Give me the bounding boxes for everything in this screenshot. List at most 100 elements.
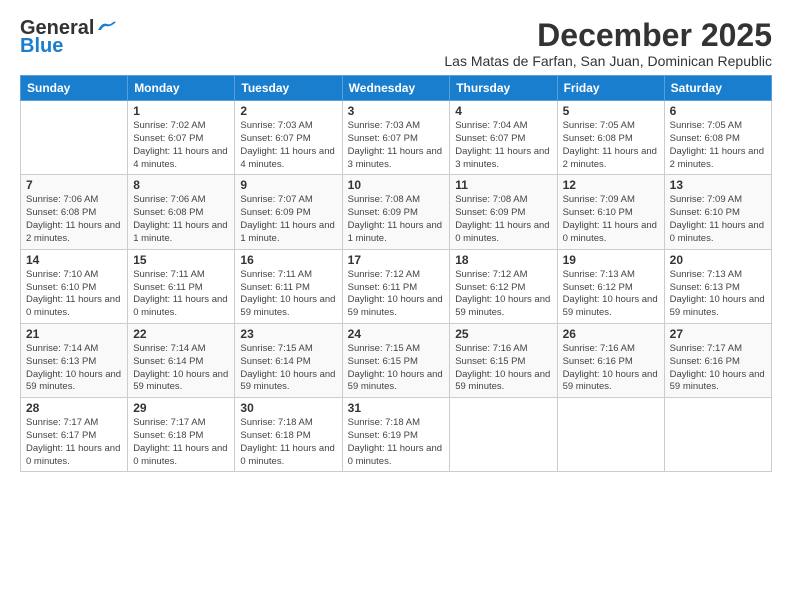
- calendar-cell: 23 Sunrise: 7:15 AMSunset: 6:14 PMDayligh…: [235, 323, 342, 397]
- header: General Blue December 2025 Las Matas de …: [20, 18, 772, 69]
- day-number: 6: [670, 104, 766, 118]
- calendar-cell: 30Sunrise: 7:18 AMSunset: 6:18 PMDayligh…: [235, 398, 342, 472]
- calendar-cell: 20 Sunrise: 7:13 AMSunset: 6:13 PMDayligh…: [664, 249, 771, 323]
- day-number: 5: [563, 104, 659, 118]
- day-number: 3: [348, 104, 445, 118]
- calendar-cell: 8 Sunrise: 7:06 AMSunset: 6:08 PMDaylight…: [128, 175, 235, 249]
- calendar-cell: [664, 398, 771, 472]
- weekday-header: Saturday: [664, 76, 771, 101]
- day-info: Sunrise: 7:17 AMSunset: 6:18 PMDaylight:…: [133, 417, 229, 468]
- weekday-header: Monday: [128, 76, 235, 101]
- calendar-cell: 28 Sunrise: 7:17 AMSunset: 6:17 PMDayligh…: [21, 398, 128, 472]
- day-number: 15: [133, 253, 229, 267]
- day-info: Sunrise: 7:11 AMSunset: 6:11 PMDaylight:…: [133, 269, 229, 320]
- calendar-cell: 5 Sunrise: 7:05 AMSunset: 6:08 PMDaylight…: [557, 101, 664, 175]
- day-info: Sunrise: 7:08 AMSunset: 6:09 PMDaylight:…: [455, 194, 551, 245]
- day-info: Sunrise: 7:12 AMSunset: 6:12 PMDaylight:…: [455, 269, 551, 320]
- calendar-cell: 11 Sunrise: 7:08 AMSunset: 6:09 PMDayligh…: [450, 175, 557, 249]
- day-info: Sunrise: 7:03 AMSunset: 6:07 PMDaylight:…: [240, 120, 336, 171]
- day-number: 22: [133, 327, 229, 341]
- day-number: 29: [133, 401, 229, 415]
- title-block: December 2025 Las Matas de Farfan, San J…: [444, 18, 772, 69]
- calendar-cell: 2 Sunrise: 7:03 AMSunset: 6:07 PMDaylight…: [235, 101, 342, 175]
- weekday-header: Sunday: [21, 76, 128, 101]
- calendar-week-row: 21 Sunrise: 7:14 AMSunset: 6:13 PMDayligh…: [21, 323, 772, 397]
- day-number: 4: [455, 104, 551, 118]
- calendar-cell: 9 Sunrise: 7:07 AMSunset: 6:09 PMDaylight…: [235, 175, 342, 249]
- day-number: 24: [348, 327, 445, 341]
- calendar-cell: 17Sunrise: 7:12 AMSunset: 6:11 PMDayligh…: [342, 249, 450, 323]
- day-info: Sunrise: 7:05 AMSunset: 6:08 PMDaylight:…: [563, 120, 659, 171]
- day-number: 11: [455, 178, 551, 192]
- day-number: 9: [240, 178, 336, 192]
- calendar-cell: 19 Sunrise: 7:13 AMSunset: 6:12 PMDayligh…: [557, 249, 664, 323]
- calendar-week-row: 1 Sunrise: 7:02 AMSunset: 6:07 PMDaylight…: [21, 101, 772, 175]
- location-title: Las Matas de Farfan, San Juan, Dominican…: [444, 53, 772, 69]
- day-number: 12: [563, 178, 659, 192]
- calendar-cell: 1 Sunrise: 7:02 AMSunset: 6:07 PMDaylight…: [128, 101, 235, 175]
- calendar-cell: 3Sunrise: 7:03 AMSunset: 6:07 PMDaylight…: [342, 101, 450, 175]
- calendar-cell: 27Sunrise: 7:17 AMSunset: 6:16 PMDayligh…: [664, 323, 771, 397]
- day-info: Sunrise: 7:09 AMSunset: 6:10 PMDaylight:…: [670, 194, 766, 245]
- weekday-header: Friday: [557, 76, 664, 101]
- calendar-cell: 31 Sunrise: 7:18 AMSunset: 6:19 PMDayligh…: [342, 398, 450, 472]
- day-info: Sunrise: 7:02 AMSunset: 6:07 PMDaylight:…: [133, 120, 229, 171]
- day-info: Sunrise: 7:13 AMSunset: 6:12 PMDaylight:…: [563, 269, 659, 320]
- calendar-cell: 29 Sunrise: 7:17 AMSunset: 6:18 PMDayligh…: [128, 398, 235, 472]
- calendar-cell: 15 Sunrise: 7:11 AMSunset: 6:11 PMDayligh…: [128, 249, 235, 323]
- day-number: 17: [348, 253, 445, 267]
- calendar-cell: 10 Sunrise: 7:08 AMSunset: 6:09 PMDayligh…: [342, 175, 450, 249]
- day-number: 25: [455, 327, 551, 341]
- day-info: Sunrise: 7:17 AMSunset: 6:17 PMDaylight:…: [26, 417, 122, 468]
- calendar-cell: 26 Sunrise: 7:16 AMSunset: 6:16 PMDayligh…: [557, 323, 664, 397]
- day-info: Sunrise: 7:10 AMSunset: 6:10 PMDaylight:…: [26, 269, 122, 320]
- day-number: 26: [563, 327, 659, 341]
- day-number: 30: [240, 401, 336, 415]
- day-info: Sunrise: 7:15 AMSunset: 6:14 PMDaylight:…: [240, 343, 336, 394]
- day-info: Sunrise: 7:15 AMSunset: 6:15 PMDaylight:…: [348, 343, 445, 394]
- day-info: Sunrise: 7:08 AMSunset: 6:09 PMDaylight:…: [348, 194, 445, 245]
- day-number: 16: [240, 253, 336, 267]
- calendar-cell: 16 Sunrise: 7:11 AMSunset: 6:11 PMDayligh…: [235, 249, 342, 323]
- day-number: 13: [670, 178, 766, 192]
- day-info: Sunrise: 7:17 AMSunset: 6:16 PMDaylight:…: [670, 343, 766, 394]
- day-number: 28: [26, 401, 122, 415]
- day-info: Sunrise: 7:13 AMSunset: 6:13 PMDaylight:…: [670, 269, 766, 320]
- calendar-cell: 25 Sunrise: 7:16 AMSunset: 6:15 PMDayligh…: [450, 323, 557, 397]
- calendar-cell: [450, 398, 557, 472]
- day-number: 20: [670, 253, 766, 267]
- day-info: Sunrise: 7:11 AMSunset: 6:11 PMDaylight:…: [240, 269, 336, 320]
- weekday-header: Tuesday: [235, 76, 342, 101]
- day-number: 10: [348, 178, 445, 192]
- day-number: 7: [26, 178, 122, 192]
- day-number: 1: [133, 104, 229, 118]
- calendar-cell: 6 Sunrise: 7:05 AMSunset: 6:08 PMDaylight…: [664, 101, 771, 175]
- day-info: Sunrise: 7:05 AMSunset: 6:08 PMDaylight:…: [670, 120, 766, 171]
- logo-blue: Blue: [20, 36, 63, 56]
- day-number: 21: [26, 327, 122, 341]
- day-info: Sunrise: 7:06 AMSunset: 6:08 PMDaylight:…: [133, 194, 229, 245]
- day-info: Sunrise: 7:14 AMSunset: 6:14 PMDaylight:…: [133, 343, 229, 394]
- day-info: Sunrise: 7:09 AMSunset: 6:10 PMDaylight:…: [563, 194, 659, 245]
- day-info: Sunrise: 7:16 AMSunset: 6:16 PMDaylight:…: [563, 343, 659, 394]
- day-info: Sunrise: 7:16 AMSunset: 6:15 PMDaylight:…: [455, 343, 551, 394]
- calendar-cell: 18Sunrise: 7:12 AMSunset: 6:12 PMDayligh…: [450, 249, 557, 323]
- calendar-header-row: SundayMondayTuesdayWednesdayThursdayFrid…: [21, 76, 772, 101]
- day-number: 31: [348, 401, 445, 415]
- day-info: Sunrise: 7:14 AMSunset: 6:13 PMDaylight:…: [26, 343, 122, 394]
- day-number: 23: [240, 327, 336, 341]
- day-info: Sunrise: 7:07 AMSunset: 6:09 PMDaylight:…: [240, 194, 336, 245]
- day-info: Sunrise: 7:04 AMSunset: 6:07 PMDaylight:…: [455, 120, 551, 171]
- calendar-cell: 22 Sunrise: 7:14 AMSunset: 6:14 PMDayligh…: [128, 323, 235, 397]
- day-info: Sunrise: 7:06 AMSunset: 6:08 PMDaylight:…: [26, 194, 122, 245]
- day-number: 19: [563, 253, 659, 267]
- day-number: 8: [133, 178, 229, 192]
- calendar-cell: 24 Sunrise: 7:15 AMSunset: 6:15 PMDayligh…: [342, 323, 450, 397]
- calendar-week-row: 14Sunrise: 7:10 AMSunset: 6:10 PMDayligh…: [21, 249, 772, 323]
- day-number: 2: [240, 104, 336, 118]
- weekday-header: Thursday: [450, 76, 557, 101]
- weekday-header: Wednesday: [342, 76, 450, 101]
- day-info: Sunrise: 7:18 AMSunset: 6:19 PMDaylight:…: [348, 417, 445, 468]
- calendar: SundayMondayTuesdayWednesdayThursdayFrid…: [20, 75, 772, 472]
- month-title: December 2025: [444, 18, 772, 53]
